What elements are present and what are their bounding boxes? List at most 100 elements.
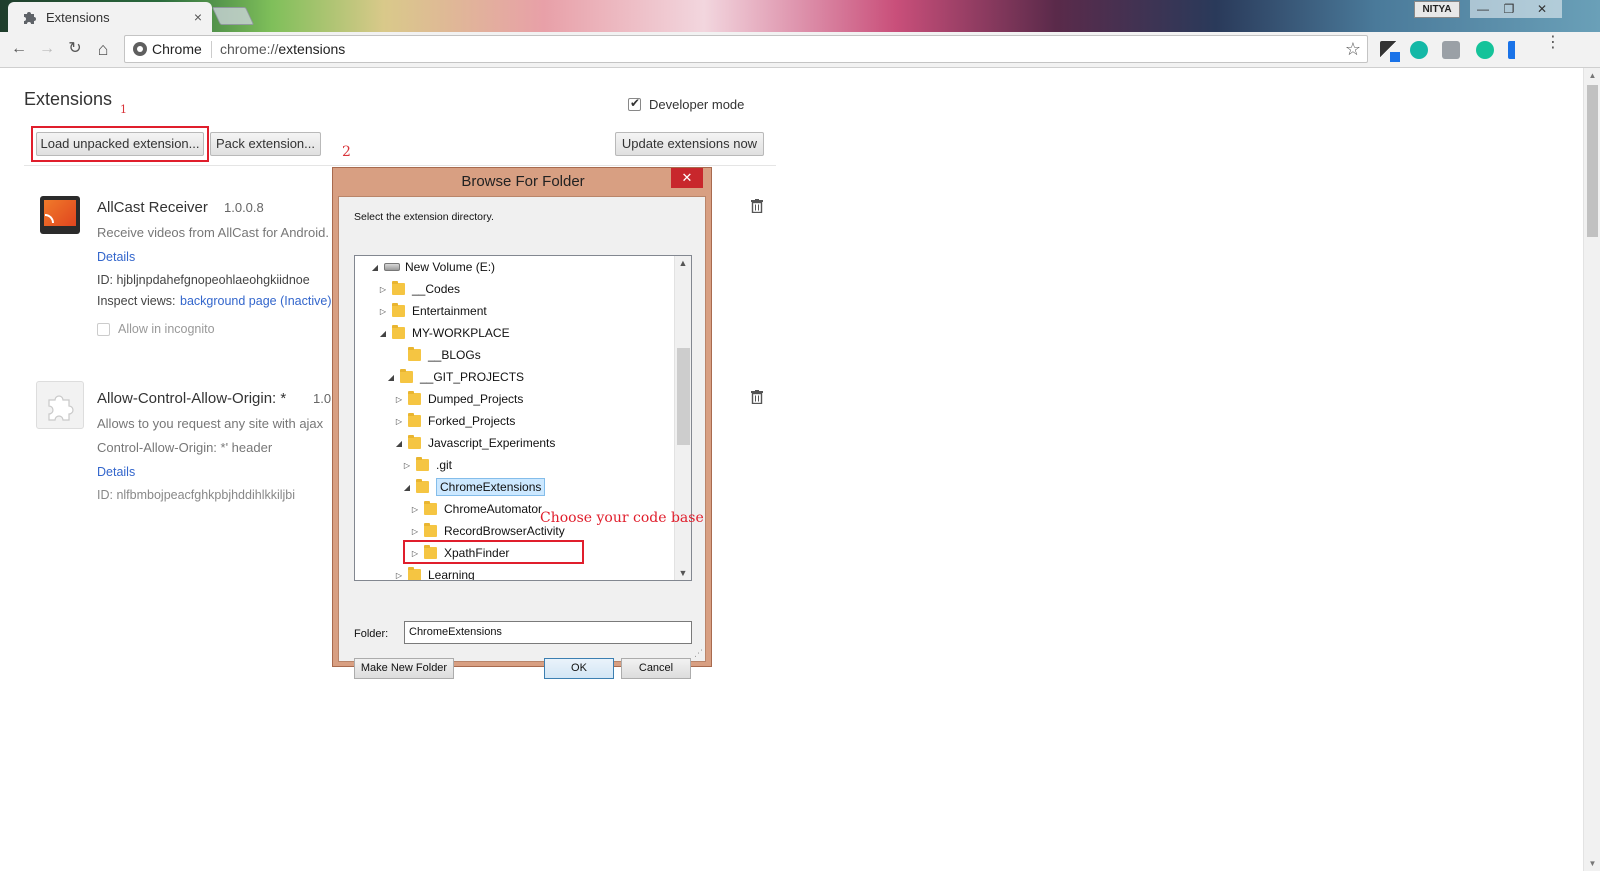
expand-arrow-icon[interactable]: ▷ [377, 285, 389, 294]
tree-node[interactable]: ◢ __GIT_PROJECTS [385, 367, 524, 387]
tree-node-label[interactable]: __BLOGs [428, 348, 481, 362]
restore-button[interactable]: ❐ [1496, 0, 1522, 18]
folder-icon [408, 435, 421, 449]
allow-incognito-checkbox[interactable] [97, 322, 110, 336]
expand-arrow-icon[interactable]: ▷ [393, 571, 405, 580]
tree-node[interactable]: ▷ Learning [393, 565, 475, 580]
folder-icon [392, 325, 405, 339]
expand-arrow-icon[interactable]: ▷ [377, 307, 389, 316]
tree-node-label[interactable]: ChromeAutomator [444, 502, 542, 516]
cancel-button[interactable]: Cancel [621, 658, 691, 679]
inspect-views-label: Inspect views: [97, 294, 176, 308]
tree-node-label[interactable]: Javascript_Experiments [428, 436, 555, 450]
extension-description: Receive videos from AllCast for Android. [97, 225, 329, 240]
tree-scroll-thumb[interactable] [677, 348, 690, 445]
collapse-arrow-icon[interactable]: ◢ [377, 329, 389, 338]
pen-extension-badge [1390, 52, 1400, 62]
address-url[interactable]: chrome://extensions [220, 41, 345, 57]
folder-input[interactable]: ChromeExtensions [404, 621, 692, 644]
extension-version: 1.0 [313, 391, 332, 406]
folder-icon [400, 369, 413, 383]
address-bar[interactable]: Chrome chrome://extensions ☆ [124, 35, 1368, 63]
folder-icon [408, 347, 421, 361]
page-scroll-up-icon[interactable]: ▲ [1584, 71, 1600, 80]
folder-icon [408, 567, 421, 580]
bookmark-star-icon[interactable]: ☆ [1345, 39, 1361, 60]
ok-button[interactable]: OK [544, 658, 614, 679]
tree-node[interactable]: ▷ Forked_Projects [393, 411, 515, 431]
developer-mode-toggle[interactable]: Developer mode [628, 96, 744, 112]
tree-scrollbar[interactable]: ▲ ▼ [674, 256, 691, 580]
tree-node-label[interactable]: __GIT_PROJECTS [420, 370, 524, 384]
forward-icon[interactable]: → [36, 38, 58, 60]
tree-node-label[interactable]: Entertainment [412, 304, 487, 318]
trash-icon[interactable] [751, 199, 763, 213]
title-bar: Extensions × NITYA — ❐ ✕ [0, 0, 1600, 32]
expand-arrow-icon[interactable]: ▷ [409, 527, 421, 536]
trash-icon[interactable] [751, 390, 763, 404]
cast-extension-icon[interactable] [1508, 41, 1526, 59]
tree-node-label[interactable]: .git [436, 458, 452, 472]
update-extensions-button[interactable]: Update extensions now [615, 132, 764, 156]
tree-node[interactable]: ◢ Javascript_Experiments [393, 433, 555, 453]
expand-arrow-icon[interactable]: ▷ [393, 417, 405, 426]
tree-node[interactable]: ▷ .git [401, 455, 452, 475]
tab-title: Extensions [46, 9, 110, 25]
tree-node-label[interactable]: MY-WORKPLACE [412, 326, 510, 340]
expand-arrow-icon[interactable]: ▷ [393, 395, 405, 404]
expand-arrow-icon[interactable]: ▷ [409, 505, 421, 514]
highlight-load-unpacked [31, 126, 209, 162]
make-new-folder-button[interactable]: Make New Folder [354, 658, 454, 679]
tree-node[interactable]: ◢ New Volume (E:) [369, 257, 495, 277]
dialog-close-button[interactable]: ✕ [671, 168, 703, 188]
tree-node-label[interactable]: ChromeExtensions [436, 478, 546, 496]
tree-node-label[interactable]: __Codes [412, 282, 460, 296]
tree-node-label[interactable]: RecordBrowserActivity [444, 524, 565, 538]
folder-tree[interactable]: ◢ New Volume (E:) ▷ __Codes ▷ Entertainment ◢ M… [354, 255, 692, 581]
background-page-link[interactable]: background page (Inactive) [180, 294, 331, 308]
user-badge[interactable]: NITYA [1414, 1, 1460, 18]
window-close-button[interactable]: ✕ [1522, 0, 1562, 18]
collapse-arrow-icon[interactable]: ◢ [369, 263, 381, 272]
resize-grip-icon[interactable]: ⋰ [694, 648, 703, 659]
collapse-arrow-icon[interactable]: ◢ [401, 483, 413, 492]
allow-incognito-toggle[interactable]: Allow in incognito [97, 322, 215, 336]
extension-version: 1.0.0.8 [224, 200, 264, 215]
tree-node-label[interactable]: Dumped_Projects [428, 392, 523, 406]
tree-node[interactable]: ▷ __Codes [377, 279, 460, 299]
tree-node-label[interactable]: New Volume (E:) [405, 260, 495, 274]
minimize-button[interactable]: — [1470, 0, 1496, 18]
tab-close-icon[interactable]: × [194, 9, 202, 25]
pack-extension-button[interactable]: Pack extension... [210, 132, 321, 156]
folder-icon [392, 281, 405, 295]
tree-node[interactable]: ▷ Dumped_Projects [393, 389, 523, 409]
new-tab-button[interactable] [211, 7, 255, 25]
collapse-arrow-icon[interactable]: ◢ [393, 439, 405, 448]
page-scrollbar[interactable]: ▲ ▼ [1583, 68, 1600, 871]
dialog-description: Select the extension directory. [354, 211, 494, 223]
page-scroll-thumb[interactable] [1587, 85, 1598, 237]
extension-details-link[interactable]: Details [97, 250, 135, 264]
collapse-arrow-icon[interactable]: ◢ [385, 373, 397, 382]
tree-node-label[interactable]: Forked_Projects [428, 414, 515, 428]
scroll-down-icon[interactable]: ▼ [675, 568, 691, 578]
tree-node[interactable]: ◢ MY-WORKPLACE [377, 323, 510, 343]
m-extension-icon[interactable] [1410, 41, 1428, 59]
home-icon[interactable]: ⌂ [92, 38, 114, 60]
menu-dots-icon[interactable]: ⋮ [1545, 35, 1561, 51]
reload-icon[interactable]: ↻ [64, 38, 86, 60]
shield-extension-icon[interactable] [1442, 41, 1460, 59]
tree-node-label[interactable]: Learning [428, 568, 475, 580]
tab-extensions[interactable]: Extensions × [8, 2, 212, 32]
tree-node[interactable]: ▷ ChromeAutomator [409, 499, 542, 519]
tree-node[interactable]: __BLOGs [393, 345, 481, 365]
grammarly-icon[interactable] [1476, 41, 1494, 59]
developer-mode-checkbox[interactable] [628, 96, 641, 111]
tree-node[interactable]: ▷ Entertainment [377, 301, 487, 321]
back-icon[interactable]: ← [8, 38, 30, 60]
scroll-up-icon[interactable]: ▲ [675, 258, 691, 268]
extension-details-link[interactable]: Details [97, 465, 135, 479]
page-scroll-down-icon[interactable]: ▼ [1584, 859, 1600, 868]
expand-arrow-icon[interactable]: ▷ [401, 461, 413, 470]
tree-node[interactable]: ◢ ChromeExtensions [401, 477, 546, 497]
